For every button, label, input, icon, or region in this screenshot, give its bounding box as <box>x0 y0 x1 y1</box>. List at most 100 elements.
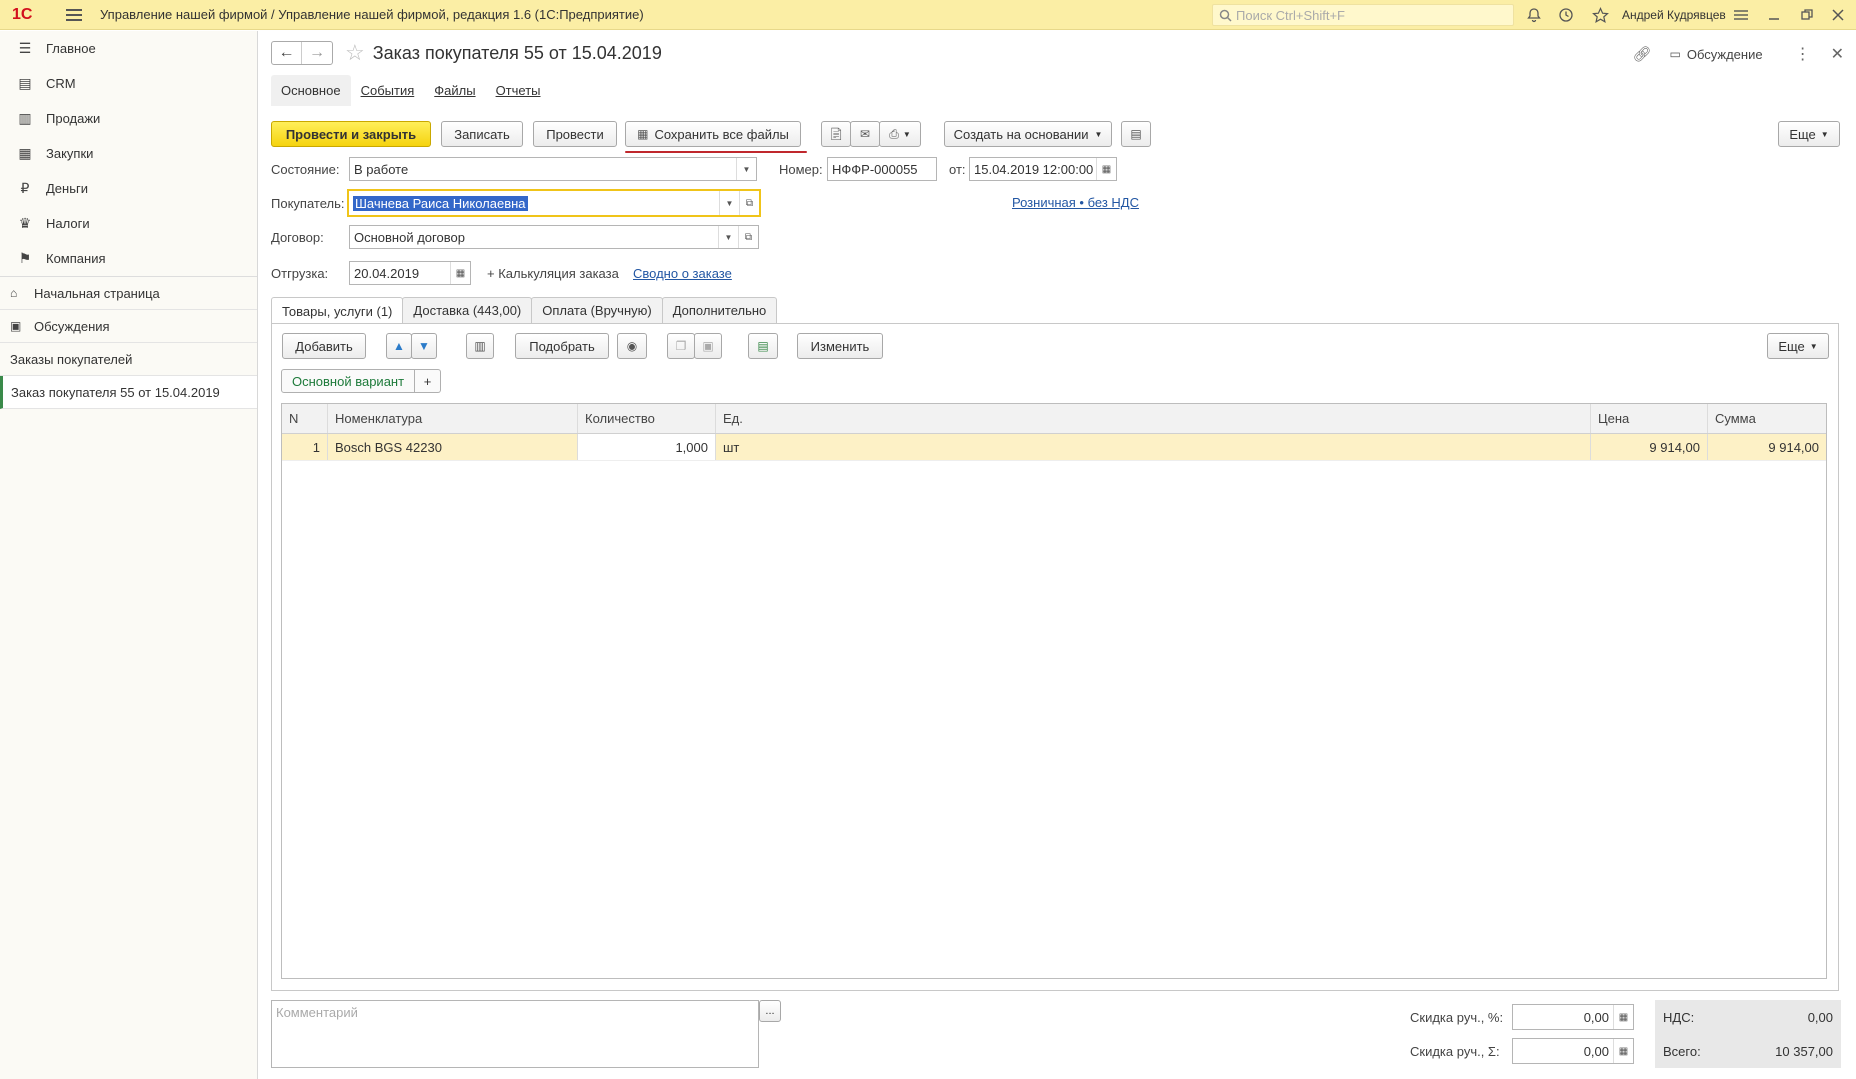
cell-quantity[interactable]: 1,000 <box>578 434 716 460</box>
comment-input[interactable] <box>272 1001 758 1067</box>
global-search[interactable] <box>1212 4 1514 26</box>
state-field[interactable]: В работе ▼ <box>349 157 757 181</box>
sidebar-item-money[interactable]: ₽ Деньги <box>0 171 257 206</box>
column-header-price[interactable]: Цена <box>1591 404 1708 433</box>
close-icon[interactable]: ✕ <box>1831 44 1844 64</box>
change-button[interactable]: Изменить <box>797 333 883 359</box>
minimize-icon[interactable] <box>1764 5 1784 25</box>
document-structure-button[interactable]: ▤ <box>1121 121 1151 147</box>
search-input[interactable] <box>1236 7 1506 23</box>
tab-additional[interactable]: Дополнительно <box>661 297 778 323</box>
tab-main[interactable]: Основное <box>271 74 351 106</box>
forward-arrow-icon[interactable]: → <box>302 42 332 64</box>
link-icon[interactable]: 🔗︎ <box>1632 45 1651 63</box>
calculator-icon[interactable]: ▦ <box>1613 1039 1633 1063</box>
close-window-icon[interactable] <box>1828 5 1848 25</box>
table-settings-button[interactable]: ▤ <box>748 333 778 359</box>
sidebar-item-main[interactable]: ☰ Главное <box>0 31 257 66</box>
attach-file-button[interactable]: 📄︎ <box>821 121 851 147</box>
post-button[interactable]: Провести <box>533 121 617 147</box>
open-item-current-order[interactable]: Заказ покупателя 55 от 15.04.2019 <box>0 376 257 409</box>
order-calculation-button[interactable]: + Калькуляция заказа <box>487 266 619 281</box>
email-button[interactable]: ✉ <box>850 121 880 147</box>
comment-field[interactable] <box>271 1000 759 1068</box>
number-field[interactable]: НФФР-000055 <box>827 157 937 181</box>
column-header-quantity[interactable]: Количество <box>578 404 716 433</box>
open-item-orders-list[interactable]: Заказы покупателей <box>0 343 257 376</box>
comment-expand-button[interactable]: ... <box>759 1000 781 1022</box>
more-button[interactable]: Еще ▼ <box>1778 121 1840 147</box>
discussion-button[interactable]: Обсуждение <box>1687 47 1763 62</box>
notifications-bell-icon[interactable] <box>1524 5 1544 25</box>
paste-button[interactable]: ▣ <box>694 333 722 359</box>
view-button[interactable]: ◉ <box>617 333 647 359</box>
history-icon[interactable] <box>1556 5 1576 25</box>
add-button[interactable]: Добавить <box>282 333 366 359</box>
create-based-on-button[interactable]: Создать на основании ▼ <box>944 121 1112 147</box>
tab-goods-services[interactable]: Товары, услуги (1) <box>271 297 404 324</box>
post-and-close-button[interactable]: Провести и закрыть <box>271 121 431 147</box>
discount-percent-value: 0,00 <box>1583 1009 1609 1025</box>
tab-payment[interactable]: Оплата (Вручную) <box>531 297 663 323</box>
open-item-discussions[interactable]: ▣ Обсуждения <box>0 310 257 343</box>
sidebar-item-purchases[interactable]: ▦ Закупки <box>0 136 257 171</box>
settings-menu-icon[interactable] <box>1731 5 1751 25</box>
calendar-icon[interactable]: ▦ <box>450 262 470 284</box>
open-icon[interactable]: ⧉ <box>738 226 758 248</box>
open-item-home[interactable]: ⌂ Начальная страница <box>0 277 257 310</box>
variant-button[interactable]: Основной вариант <box>281 369 416 393</box>
cell-n[interactable]: 1 <box>282 434 328 460</box>
column-header-sum[interactable]: Сумма <box>1708 404 1826 433</box>
calendar-icon[interactable]: ▦ <box>1096 158 1116 180</box>
buyer-field[interactable]: Шачнева Раиса Николаевна ▼ ⧉ <box>347 189 761 217</box>
column-header-n[interactable]: N <box>282 404 328 433</box>
sidebar-item-taxes[interactable]: ♛ Налоги <box>0 206 257 241</box>
tab-events[interactable]: События <box>361 83 415 98</box>
save-button[interactable]: Записать <box>441 121 523 147</box>
cell-unit[interactable]: шт <box>716 434 1591 460</box>
sidebar-item-crm[interactable]: ▤ CRM <box>0 66 257 101</box>
favorite-star-icon[interactable]: ☆ <box>345 40 365 66</box>
column-header-nomenclature[interactable]: Номенклатура <box>328 404 578 433</box>
barcode-button[interactable]: ▥ <box>466 333 494 359</box>
discount-sum-field[interactable]: 0,00 ▦ <box>1512 1038 1634 1064</box>
print-button[interactable]: ⎙ ▼ <box>879 121 921 147</box>
cell-nomenclature[interactable]: Bosch BGS 42230 <box>328 434 578 460</box>
sidebar-item-sales[interactable]: ▥ Продажи <box>0 101 257 136</box>
chevron-down-icon: ▼ <box>902 129 911 139</box>
sidebar-item-company[interactable]: ⚑ Компания <box>0 241 257 276</box>
move-down-button[interactable]: ▼ <box>411 333 437 359</box>
main-menu-icon[interactable] <box>66 8 82 21</box>
back-arrow-icon[interactable]: ← <box>272 42 302 64</box>
chevron-down-icon[interactable]: ▼ <box>736 158 756 180</box>
calculator-icon[interactable]: ▦ <box>1613 1005 1633 1029</box>
column-header-unit[interactable]: Ед. <box>716 404 1591 433</box>
price-type-link[interactable]: Розничная • без НДС <box>1012 195 1139 210</box>
chevron-down-icon[interactable]: ▼ <box>719 191 739 215</box>
inner-more-button[interactable]: Еще ▼ <box>1767 333 1829 359</box>
table-row[interactable]: 1 Bosch BGS 42230 1,000 шт 9 914,00 9 91… <box>282 434 1826 461</box>
save-all-files-button[interactable]: ▦ Сохранить все файлы <box>625 121 801 147</box>
more-vertical-icon[interactable]: ⋮ <box>1795 44 1811 64</box>
move-up-button[interactable]: ▲ <box>386 333 412 359</box>
user-name[interactable]: Андрей Кудрявцев <box>1622 8 1726 22</box>
copy-button[interactable]: ❐ <box>667 333 695 359</box>
pick-button[interactable]: Подобрать <box>515 333 609 359</box>
shipping-date-field[interactable]: 20.04.2019 ▦ <box>349 261 471 285</box>
date-field[interactable]: 15.04.2019 12:00:00 ▦ <box>969 157 1117 181</box>
discount-percent-field[interactable]: 0,00 ▦ <box>1512 1004 1634 1030</box>
chevron-down-icon[interactable]: ▼ <box>718 226 738 248</box>
contract-field[interactable]: Основной договор ▼ ⧉ <box>349 225 759 249</box>
cell-price[interactable]: 9 914,00 <box>1591 434 1708 460</box>
tab-files[interactable]: Файлы <box>434 83 475 98</box>
tab-reports[interactable]: Отчеты <box>496 83 541 98</box>
order-summary-link[interactable]: Сводно о заказе <box>633 266 732 281</box>
cell-sum[interactable]: 9 914,00 <box>1708 434 1826 460</box>
sidebar-item-label: Деньги <box>46 181 88 196</box>
open-icon[interactable]: ⧉ <box>739 191 759 215</box>
restore-icon[interactable] <box>1797 5 1817 25</box>
state-label: Состояние: <box>271 162 340 177</box>
add-variant-button[interactable]: + <box>415 369 442 393</box>
favorites-star-icon[interactable] <box>1590 5 1610 25</box>
tab-delivery[interactable]: Доставка (443,00) <box>402 297 533 323</box>
